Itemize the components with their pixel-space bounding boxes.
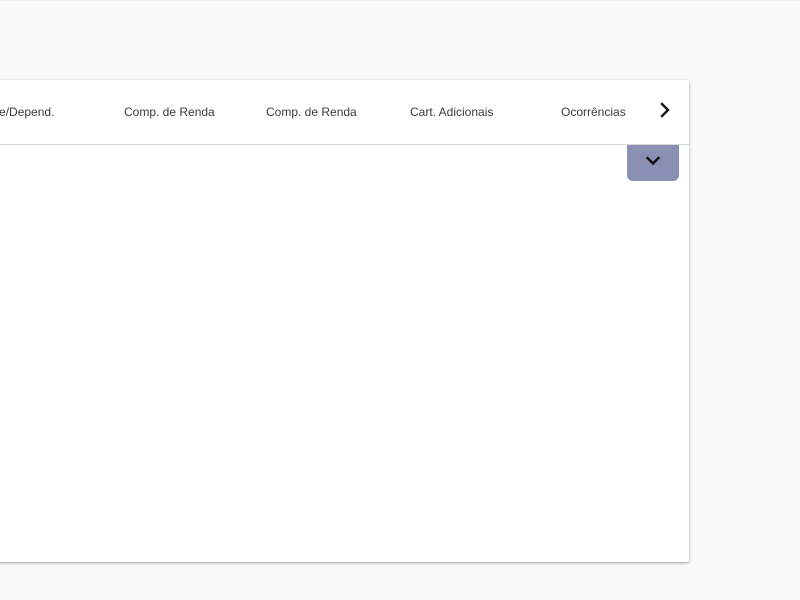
chevron-down-icon <box>645 154 661 172</box>
chevron-right-icon <box>659 101 671 123</box>
tab-cart-adicionais[interactable]: Cart. Adicionais <box>410 80 493 144</box>
tab-comp-renda-1[interactable]: Comp. de Renda <box>124 80 215 144</box>
tab-ocorrencias[interactable]: Ocorrências <box>561 80 626 144</box>
tabs-scroll-next-button[interactable] <box>652 100 678 124</box>
tab-comp-renda-2[interactable]: Comp. de Renda <box>266 80 357 144</box>
tab-conjuge-dependentes[interactable]: Cônjuge/Depend. <box>0 80 54 144</box>
tab-panel <box>0 145 689 562</box>
expand-toggle-button[interactable] <box>627 145 679 181</box>
content-card: Cônjuge/Depend. Comp. de Renda Comp. de … <box>0 80 689 562</box>
tab-bar: Cônjuge/Depend. Comp. de Renda Comp. de … <box>0 80 689 145</box>
page: Cônjuge/Depend. Comp. de Renda Comp. de … <box>0 0 800 600</box>
top-divider <box>0 0 800 1</box>
